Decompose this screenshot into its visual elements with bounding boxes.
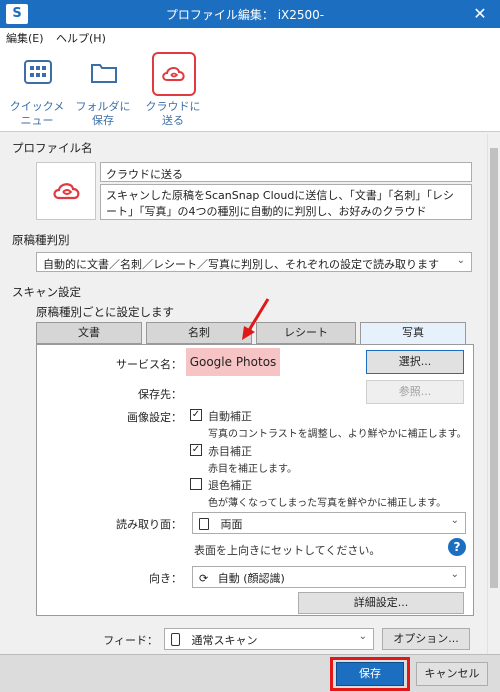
- auto-correct-label: 自動補正: [208, 410, 252, 423]
- profile-toolbar: クイックメ ニュー フォルダに 保存 クラウドに 送る: [0, 46, 500, 132]
- doc-type-heading: 原稿種判別: [12, 233, 70, 247]
- image-settings-label: 画像設定：: [127, 411, 182, 424]
- scan-settings-heading: スキャン設定: [12, 285, 81, 299]
- profile-icon-box: [36, 162, 96, 220]
- phone-icon: [171, 633, 180, 646]
- chevron-down-icon: ⌄: [450, 515, 459, 526]
- profile-name-input[interactable]: クラウドに送る: [100, 162, 472, 182]
- tab-document[interactable]: 文書: [36, 322, 142, 344]
- tab-business-card[interactable]: 名刺: [146, 322, 252, 344]
- grid-icon: [24, 60, 52, 84]
- menu-help[interactable]: ヘルプ(H): [56, 30, 106, 46]
- toolbar-quick-menu-label: クイックメ ニュー: [9, 100, 65, 127]
- menu-edit[interactable]: 編集(E): [6, 30, 44, 46]
- close-button[interactable]: ✕: [466, 4, 494, 24]
- auto-correct-desc: 写真のコントラストを調整し、より鮮やかに補正します。: [208, 429, 467, 440]
- options-button[interactable]: オプション...: [382, 628, 470, 650]
- red-eye-checkbox[interactable]: ✓: [190, 444, 202, 456]
- app-logo-icon: S: [6, 4, 28, 24]
- chevron-down-icon: ⌄: [450, 569, 459, 580]
- service-name-value: Google Photos: [186, 348, 280, 376]
- feed-label: フィード：: [103, 634, 158, 647]
- window-title: プロファイル編集： iX2500-: [165, 8, 325, 22]
- browse-button[interactable]: 参照...: [366, 380, 464, 404]
- toolbar-send-to-cloud-label: クラウドに 送る: [145, 100, 201, 127]
- orientation-label: 向き：: [149, 572, 182, 585]
- feed-select[interactable]: 通常スキャン ⌄: [164, 628, 374, 650]
- cloud-icon: [162, 67, 185, 81]
- save-location-label: 保存先：: [138, 388, 182, 401]
- toolbar-save-to-folder-label: フォルダに 保存: [75, 100, 131, 127]
- auto-correct-checkbox[interactable]: ✓: [190, 409, 202, 421]
- save-button[interactable]: 保存: [336, 662, 404, 686]
- profile-name-heading: プロファイル名: [12, 141, 93, 155]
- dialog-footer: 保存 キャンセル: [0, 654, 500, 692]
- arrow-annotation-icon: [242, 298, 270, 340]
- detail-settings-button[interactable]: 詳細設定...: [298, 592, 464, 614]
- doc-type-select[interactable]: 自動的に文書／名刺／レシート／写真に判別し、それぞれの設定で読み取ります ⌄: [36, 252, 472, 272]
- red-eye-desc: 赤目を補正します。: [208, 464, 297, 475]
- scan-settings-subheading: 原稿種別ごとに設定します: [36, 305, 174, 319]
- menu-bar: 編集(E) ヘルプ(H): [0, 28, 500, 46]
- vertical-scrollbar[interactable]: [487, 134, 500, 654]
- scan-side-label: 読み取り面：: [116, 518, 182, 531]
- scan-side-value: 両面: [220, 518, 243, 531]
- chevron-down-icon: ⌄: [456, 255, 465, 266]
- fade-correct-checkbox[interactable]: [190, 478, 202, 490]
- fade-correct-label: 退色補正: [208, 479, 252, 492]
- help-icon[interactable]: ?: [448, 538, 466, 556]
- chevron-down-icon: ⌄: [358, 631, 367, 642]
- page-icon: [199, 518, 209, 530]
- toolbar-send-to-cloud[interactable]: クラウドに 送る: [140, 50, 206, 132]
- select-service-button[interactable]: 選択...: [366, 350, 464, 374]
- toolbar-quick-menu[interactable]: クイックメ ニュー: [4, 50, 70, 132]
- folder-icon: [91, 64, 117, 83]
- cancel-button[interactable]: キャンセル: [416, 662, 488, 686]
- title-bar: S プロファイル編集： iX2500- ✕: [0, 0, 500, 28]
- service-name-label: サービス名：: [116, 358, 182, 371]
- profile-description-field[interactable]: スキャンした原稿をScanSnap Cloudに送信し、「文書」「名刺」「レシー…: [100, 184, 472, 220]
- cloud-icon: [53, 183, 80, 200]
- scrollbar-thumb[interactable]: [490, 148, 498, 588]
- scan-side-hint: 表面を上向きにセットしてください。: [194, 544, 381, 557]
- tab-photo[interactable]: 写真: [360, 322, 466, 344]
- doc-type-value: 自動的に文書／名刺／レシート／写真に判別し、それぞれの設定で読み取ります: [43, 258, 439, 271]
- scan-side-select[interactable]: 両面 ⌄: [192, 512, 466, 534]
- rotate-icon: ⟳: [199, 572, 209, 585]
- orientation-select[interactable]: ⟳ 自動 (顔認識) ⌄: [192, 566, 466, 588]
- orientation-value: 自動 (顔認識): [217, 572, 285, 585]
- fade-correct-desc: 色が薄くなってしまった写真を鮮やかに補正します。: [208, 498, 447, 509]
- toolbar-save-to-folder[interactable]: フォルダに 保存: [70, 50, 136, 132]
- feed-value: 通常スキャン: [191, 634, 258, 647]
- red-eye-label: 赤目補正: [208, 445, 252, 458]
